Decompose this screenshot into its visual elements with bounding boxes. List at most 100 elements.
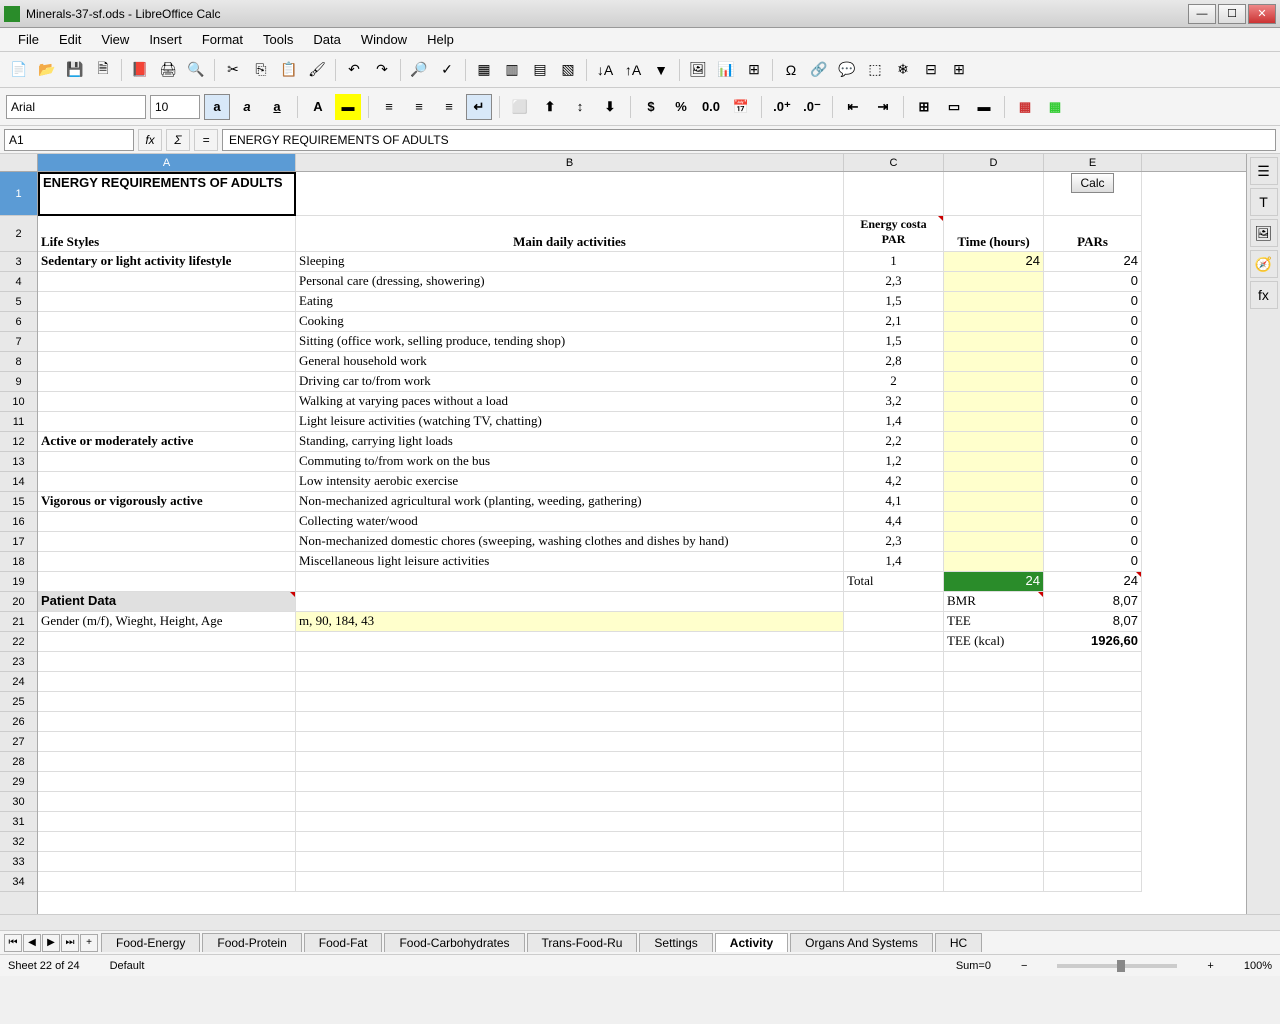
cell-total-label[interactable]: Total xyxy=(844,572,944,592)
cell[interactable]: 0 xyxy=(1044,552,1142,572)
cell[interactable] xyxy=(38,272,296,292)
paste-icon[interactable]: 📋 xyxy=(276,57,302,83)
freeze-icon[interactable]: ❄ xyxy=(890,57,916,83)
cell[interactable] xyxy=(844,632,944,652)
cell[interactable] xyxy=(944,372,1044,392)
brush-icon[interactable]: 🖌 xyxy=(304,57,330,83)
menu-window[interactable]: Window xyxy=(351,30,417,49)
row-header[interactable]: 7 xyxy=(0,332,37,352)
cell[interactable]: 4,4 xyxy=(844,512,944,532)
row-header[interactable]: 34 xyxy=(0,872,37,892)
formula-input[interactable] xyxy=(222,129,1276,151)
cell[interactable]: 1,4 xyxy=(844,412,944,432)
number-button[interactable]: 0.0 xyxy=(698,94,724,120)
cell[interactable] xyxy=(38,392,296,412)
row-header[interactable]: 16 xyxy=(0,512,37,532)
cell[interactable]: Miscellaneous light leisure activities xyxy=(296,552,844,572)
cell[interactable] xyxy=(944,512,1044,532)
fontcolor-button[interactable]: A xyxy=(305,94,331,120)
bordercolor-button[interactable]: ▬ xyxy=(971,94,997,120)
tab-prev-button[interactable]: ◀ xyxy=(23,934,41,952)
borderstyle-button[interactable]: ▭ xyxy=(941,94,967,120)
cell[interactable]: 2,3 xyxy=(844,532,944,552)
date-button[interactable]: 📅 xyxy=(728,94,754,120)
cell[interactable]: Sleeping xyxy=(296,252,844,272)
cell[interactable]: Non-mechanized agricultural work (planti… xyxy=(296,492,844,512)
indent-dec-button[interactable]: ⇤ xyxy=(840,94,866,120)
cell[interactable] xyxy=(944,492,1044,512)
open-icon[interactable]: 📂 xyxy=(34,57,60,83)
cell[interactable]: 0 xyxy=(1044,292,1142,312)
row-header[interactable]: 30 xyxy=(0,792,37,812)
menu-help[interactable]: Help xyxy=(417,30,464,49)
bold-button[interactable]: a xyxy=(204,94,230,120)
sidebar-navigator-icon[interactable]: 🧭 xyxy=(1250,250,1278,278)
cell[interactable] xyxy=(944,392,1044,412)
row-header[interactable]: 10 xyxy=(0,392,37,412)
row-header[interactable]: 3 xyxy=(0,252,37,272)
col-icon[interactable]: ▥ xyxy=(499,57,525,83)
headers-icon[interactable]: ⬚ xyxy=(862,57,888,83)
cell-total-pars[interactable]: 24 xyxy=(1044,572,1142,592)
autofilter-icon[interactable]: ▼ xyxy=(648,57,674,83)
row-header-1[interactable]: 1 xyxy=(0,172,37,216)
cell[interactable] xyxy=(38,452,296,472)
delrow-icon[interactable]: ▤ xyxy=(527,57,553,83)
cell[interactable]: Sitting (office work, selling produce, t… xyxy=(296,332,844,352)
align-center-button[interactable]: ≡ xyxy=(406,94,432,120)
cut-icon[interactable]: ✂ xyxy=(220,57,246,83)
pdf-icon[interactable]: 📕 xyxy=(127,57,153,83)
merge-button[interactable]: ⬜ xyxy=(507,94,533,120)
row-header[interactable]: 20 xyxy=(0,592,37,612)
underline-button[interactable]: a xyxy=(264,94,290,120)
align-right-button[interactable]: ≡ xyxy=(436,94,462,120)
cell[interactable]: Commuting to/from work on the bus xyxy=(296,452,844,472)
cell[interactable]: Active or moderately active xyxy=(38,432,296,452)
row-header[interactable]: 27 xyxy=(0,732,37,752)
cell[interactable]: 0 xyxy=(1044,392,1142,412)
cell[interactable]: Walking at varying paces without a load xyxy=(296,392,844,412)
wrap-button[interactable]: ↵ xyxy=(466,94,492,120)
sheet-tab[interactable]: Food-Energy xyxy=(101,933,200,952)
cell[interactable] xyxy=(38,532,296,552)
row-header[interactable]: 33 xyxy=(0,852,37,872)
split-icon[interactable]: ⊟ xyxy=(918,57,944,83)
pivot-icon[interactable]: ⊞ xyxy=(741,57,767,83)
sidebar-functions-icon[interactable]: fx xyxy=(1250,281,1278,309)
font-size-input[interactable] xyxy=(150,95,200,119)
sheet-tab[interactable]: Trans-Food-Ru xyxy=(527,933,638,952)
cell[interactable]: 0 xyxy=(1044,452,1142,472)
tab-last-button[interactable]: ⏭ xyxy=(61,934,79,952)
row-header[interactable]: 21 xyxy=(0,612,37,632)
row-header[interactable]: 31 xyxy=(0,812,37,832)
cell[interactable]: 0 xyxy=(1044,332,1142,352)
cell[interactable]: 0 xyxy=(1044,352,1142,372)
cell[interactable]: 24 xyxy=(944,252,1044,272)
redo-icon[interactable]: ↷ xyxy=(369,57,395,83)
cell[interactable]: Low intensity aerobic exercise xyxy=(296,472,844,492)
row-header[interactable]: 24 xyxy=(0,672,37,692)
cell[interactable]: Collecting water/wood xyxy=(296,512,844,532)
row-header[interactable]: 19 xyxy=(0,572,37,592)
cell-teek-label[interactable]: TEE (kcal) xyxy=(944,632,1044,652)
sidebar-gallery-icon[interactable]: 🖼 xyxy=(1250,219,1278,247)
italic-button[interactable]: a xyxy=(234,94,260,120)
row-header[interactable]: 13 xyxy=(0,452,37,472)
adddec-button[interactable]: .0⁺ xyxy=(769,94,795,120)
cell[interactable] xyxy=(296,572,844,592)
cell[interactable]: 2,8 xyxy=(844,352,944,372)
valign-mid-button[interactable]: ↕ xyxy=(567,94,593,120)
calc-button[interactable]: Calc xyxy=(1071,173,1113,193)
close-button[interactable]: ✕ xyxy=(1248,4,1276,24)
menu-data[interactable]: Data xyxy=(303,30,350,49)
row-icon[interactable]: ▦ xyxy=(471,57,497,83)
minimize-button[interactable]: — xyxy=(1188,4,1216,24)
col-header-D[interactable]: D xyxy=(944,154,1044,171)
row-header[interactable]: 4 xyxy=(0,272,37,292)
cell[interactable] xyxy=(38,292,296,312)
cell[interactable]: 1,5 xyxy=(844,332,944,352)
cell-A2[interactable]: Life Styles xyxy=(38,216,296,252)
find-icon[interactable]: 🔎 xyxy=(406,57,432,83)
cell-E2[interactable]: PARs xyxy=(1044,216,1142,252)
remdec-button[interactable]: .0⁻ xyxy=(799,94,825,120)
